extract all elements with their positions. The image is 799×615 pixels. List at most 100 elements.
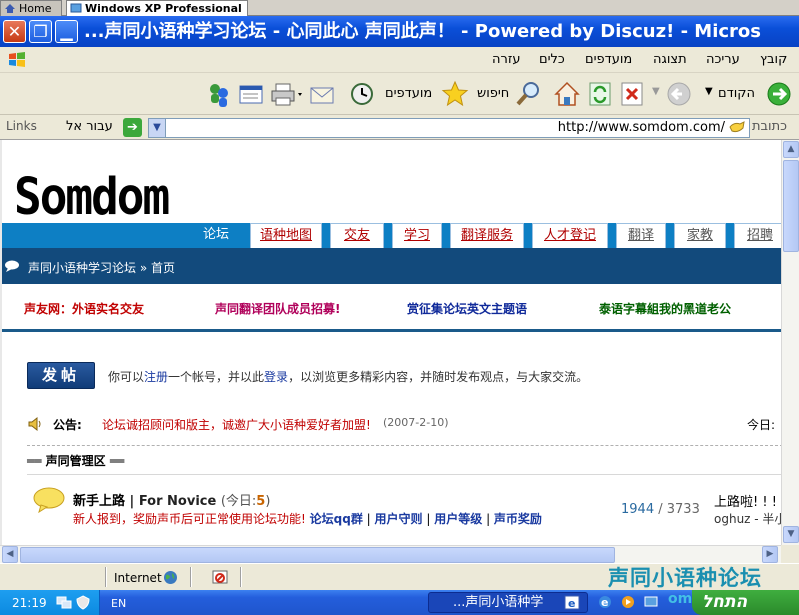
stop-icon[interactable] xyxy=(619,79,645,109)
mail-icon[interactable] xyxy=(308,79,338,109)
edit-icon[interactable] xyxy=(238,79,266,109)
refresh-icon[interactable] xyxy=(587,79,613,109)
forum-name[interactable]: 新手上路 xyxy=(73,494,125,509)
vertical-scrollbar[interactable]: ▲ ▼ xyxy=(781,140,799,545)
scroll-right-icon[interactable]: ▶ xyxy=(762,546,778,563)
forward-icon[interactable] xyxy=(665,79,693,109)
close-button[interactable]: ✕ xyxy=(3,20,26,43)
speech-bubble-icon xyxy=(5,260,19,272)
search-icon[interactable] xyxy=(514,79,544,109)
scroll-left-icon[interactable]: ◀ xyxy=(2,546,18,563)
restore-button[interactable]: ❐ xyxy=(29,20,52,43)
menu-help[interactable]: עזרה xyxy=(492,52,520,68)
nav-tab-translation-service[interactable]: 翻译服务 xyxy=(450,223,524,248)
window-title-bar[interactable]: ✕ ❐ ▁ ...声同小语种学习论坛 - 心同此心 声同此声！ - Powere… xyxy=(0,16,799,47)
today-label: 今日: xyxy=(747,418,776,432)
last-post-title[interactable]: 上路啦! ! ! xyxy=(714,491,777,510)
speaker-icon xyxy=(28,416,41,432)
links-label[interactable]: Links xyxy=(6,119,37,133)
vm-tab-bar: Home Windows XP Professional xyxy=(0,0,799,16)
language-indicator[interactable]: EN xyxy=(111,597,126,610)
scroll-up-icon[interactable]: ▲ xyxy=(783,141,799,158)
menu-favorites[interactable]: מועדפים xyxy=(585,52,632,68)
back-icon[interactable] xyxy=(765,79,793,109)
minimize-button[interactable]: ▁ xyxy=(55,20,78,43)
news-item[interactable]: 声友网：外语实名交友 xyxy=(24,300,144,317)
back-dropdown-icon[interactable]: ▼ xyxy=(705,84,713,100)
history-icon[interactable] xyxy=(348,79,376,109)
horizontal-scrollbar[interactable]: ◀ ▶ xyxy=(0,545,781,563)
taskbar-window-button[interactable]: ...声同小语种学 e xyxy=(428,592,588,613)
vm-tab-home[interactable]: Home xyxy=(0,0,62,16)
nav-tab-friends[interactable]: 交友 xyxy=(330,223,384,248)
messenger-icon[interactable] xyxy=(205,79,233,109)
new-post-button[interactable]: 发帖 xyxy=(27,362,95,389)
news-item[interactable]: 声同翻译团队成员招募! xyxy=(215,300,340,317)
search-label[interactable]: חיפוש xyxy=(477,86,509,102)
menu-tools[interactable]: כלים xyxy=(539,52,565,68)
forum-link-rewards[interactable]: 声币奖励 xyxy=(494,512,542,526)
svg-text:e: e xyxy=(568,597,575,610)
watermark-text: 声同小语种论坛 xyxy=(608,566,762,590)
nav-tab-talent-register[interactable]: 人才登记 xyxy=(532,223,608,248)
page-favicon-icon xyxy=(729,121,745,133)
back-label[interactable]: הקודם xyxy=(718,86,755,102)
site-logo[interactable]: Somdom xyxy=(14,168,170,225)
popup-blocked-icon[interactable] xyxy=(212,570,228,584)
system-tray: 21:19 xyxy=(0,590,100,615)
address-dropdown-button[interactable]: ▼ xyxy=(148,118,166,138)
status-bar: Internet 声同小语种论坛 xyxy=(0,563,799,590)
menu-view[interactable]: תצוגה xyxy=(653,52,687,68)
news-item[interactable]: 泰语字幕組我的黑道老公 xyxy=(599,300,731,317)
forum-desc-text: 新人报到，奖励声币后可正常使用论坛功能! xyxy=(73,512,306,526)
go-label[interactable]: עבור אל xyxy=(66,119,113,134)
vertical-scroll-thumb[interactable] xyxy=(783,160,799,252)
nav-tab-study[interactable]: 学习 xyxy=(392,223,442,248)
nav-tab-language-map[interactable]: 语种地图 xyxy=(250,223,322,248)
print-icon[interactable] xyxy=(270,79,304,109)
forum-posts-count: 3733 xyxy=(666,502,700,517)
globe-icon xyxy=(164,571,177,584)
vm-icon xyxy=(70,3,82,13)
horizontal-scroll-thumb[interactable] xyxy=(20,547,615,563)
security-icon[interactable] xyxy=(75,595,91,610)
announcement-bar: 公告: 论坛诚招顾问和版主，诚邀广大小语种爱好者加盟! (2007-2-10) … xyxy=(27,416,781,432)
scroll-down-icon[interactable]: ▼ xyxy=(783,526,799,543)
register-link[interactable]: 注册 xyxy=(144,370,168,384)
breadcrumb-text[interactable]: 声同小语种学习论坛 » 首页 xyxy=(28,259,175,276)
announcement-text[interactable]: 论坛诚招顾问和版主，诚邀广大小语种爱好者加盟! xyxy=(102,416,371,433)
svg-text:e: e xyxy=(601,596,608,609)
favorites-label[interactable]: מועדפים xyxy=(385,86,432,102)
announcement-date: (2007-2-10) xyxy=(383,416,449,429)
scrollbar-corner xyxy=(781,545,799,563)
nav-tab-tutoring[interactable]: 家教 xyxy=(674,223,726,248)
vm-tab-windows-xp[interactable]: Windows XP Professional xyxy=(66,0,248,16)
news-item[interactable]: 赏征集论坛英文主题语 xyxy=(407,300,527,317)
forum-link-levels[interactable]: 用户等级 xyxy=(434,512,482,526)
forum-description: 新人报到，奖励声币后可正常使用论坛功能! 论坛qq群 | 用户守则 | 用户等级… xyxy=(73,512,542,526)
start-button[interactable]: התחל xyxy=(692,590,799,615)
section-header[interactable]: ══ 声同管理区 ══ xyxy=(27,445,781,475)
ie-quicklaunch-icon[interactable]: e xyxy=(597,594,613,610)
nav-tab-jobs[interactable]: 招聘 xyxy=(734,223,781,248)
home-page-icon[interactable] xyxy=(553,79,581,109)
nav-tab-translation[interactable]: 翻译 xyxy=(616,223,666,248)
go-arrow-icon[interactable]: ➔ xyxy=(123,118,142,137)
forum-today-suffix: ) xyxy=(265,494,271,509)
login-link[interactable]: 登录 xyxy=(264,370,288,384)
menu-file[interactable]: קובץ xyxy=(760,52,787,68)
desktop-quicklaunch-icon[interactable] xyxy=(643,594,659,610)
menu-edit[interactable]: עריכה xyxy=(706,52,740,68)
network-icon[interactable] xyxy=(56,595,72,610)
forum-link-rules[interactable]: 用户守则 xyxy=(375,512,423,526)
address-input[interactable]: http://www.somdom.com/ xyxy=(166,118,750,138)
welcome-after: ，以浏览更多精彩内容，并随时发布观点，与大家交流。 xyxy=(288,370,589,384)
media-quicklaunch-icon[interactable] xyxy=(620,594,636,610)
favorites-star-icon[interactable] xyxy=(440,79,470,109)
forum-name-en[interactable]: | For Novice xyxy=(130,494,217,509)
nav-tab-forum[interactable]: 论坛 xyxy=(190,223,242,248)
forum-bubble-icon xyxy=(33,487,65,513)
forum-link-qq[interactable]: 论坛qq群 xyxy=(310,512,363,526)
last-post-author[interactable]: oghuz - 半小 xyxy=(714,510,781,527)
forward-dropdown-icon[interactable]: ▼ xyxy=(652,84,660,100)
